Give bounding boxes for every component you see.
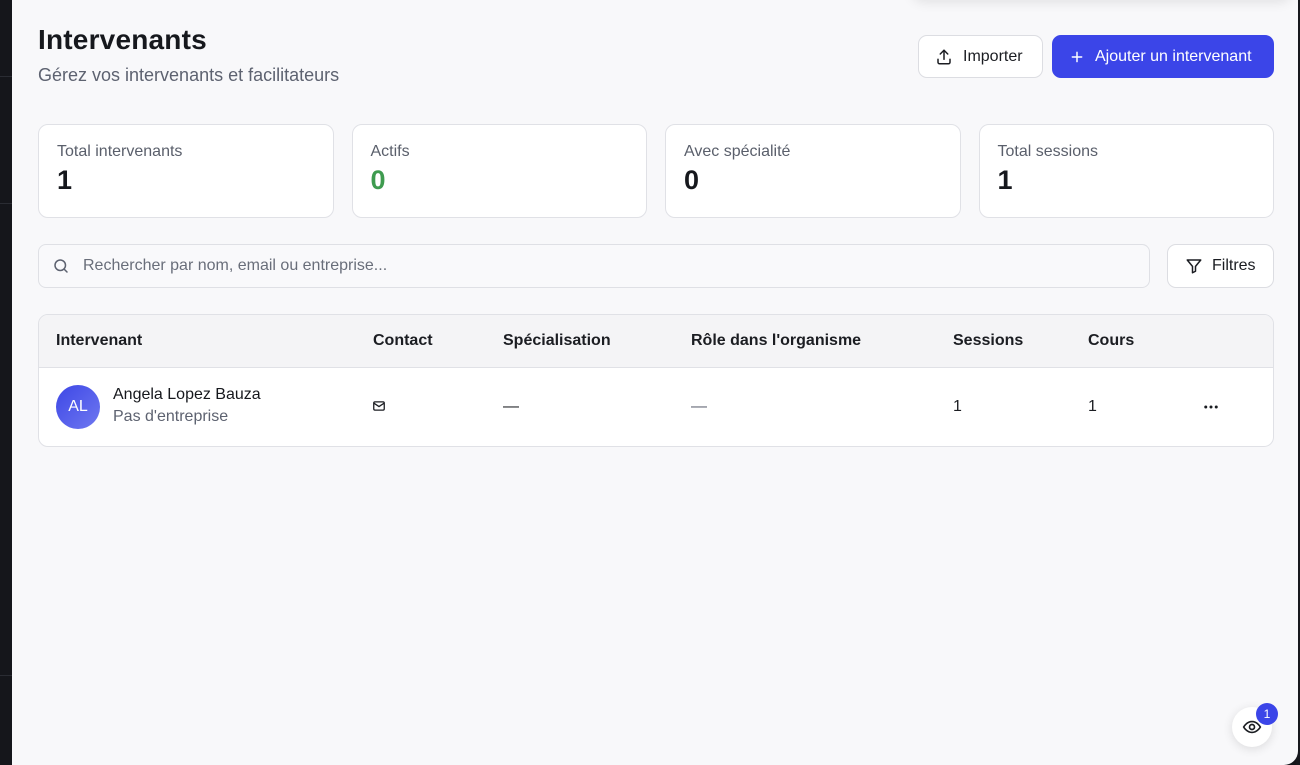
sidebar-divider: [0, 675, 12, 676]
column-header-specialisation[interactable]: Spécialisation: [503, 332, 611, 350]
stat-value: 0: [684, 165, 700, 195]
filters-button-label: Filtres: [1212, 257, 1256, 274]
more-horizontal-icon[interactable]: [1202, 398, 1220, 421]
stat-label: Avec spécialité: [684, 143, 791, 160]
column-header-role[interactable]: Rôle dans l'organisme: [691, 332, 861, 350]
column-header-sessions[interactable]: Sessions: [953, 332, 1023, 350]
stat-card-total-intervenants: Total intervenants 1: [38, 124, 334, 218]
sidebar-divider: [0, 76, 12, 77]
intervenants-table: Intervenant Contact Spécialisation Rôle …: [38, 314, 1274, 447]
column-header-contact[interactable]: Contact: [373, 332, 433, 350]
stats-row: Total intervenants 1 Actifs 0 Avec spéci…: [38, 124, 1274, 218]
role-value: —: [691, 398, 707, 415]
filter-icon: [1186, 259, 1202, 274]
add-intervenant-button[interactable]: Ajouter un intervenant: [1052, 35, 1274, 78]
notification-badge: 1: [1256, 703, 1278, 725]
page-title: Intervenants: [38, 24, 207, 55]
stat-value: 1: [997, 165, 1013, 195]
stat-value: 0: [370, 165, 386, 195]
stat-label: Total sessions: [997, 143, 1099, 160]
upload-icon: [937, 49, 951, 64]
add-intervenant-button-label: Ajouter un intervenant: [1095, 47, 1252, 65]
stat-label: Total intervenants: [57, 143, 183, 160]
stat-card-total-sessions: Total sessions 1: [978, 124, 1274, 218]
column-header-intervenant[interactable]: Intervenant: [56, 332, 142, 350]
import-button[interactable]: Importer: [918, 35, 1043, 78]
import-button-label: Importer: [963, 47, 1023, 65]
page-subtitle: Gérez vos intervenants et facilitateurs: [38, 65, 340, 85]
avatar: AL: [56, 385, 100, 429]
specialisation-value: —: [503, 398, 519, 415]
table-header: Intervenant Contact Spécialisation Rôle …: [39, 315, 1273, 368]
search-bar: [38, 244, 1150, 288]
stat-label: Actifs: [370, 143, 410, 160]
sidebar-divider: [0, 203, 12, 204]
stat-card-actifs: Actifs 0: [351, 124, 647, 218]
intervenant-name[interactable]: Angela Lopez Bauza: [113, 386, 261, 404]
search-input[interactable]: [83, 257, 1083, 275]
search-icon: [54, 259, 68, 273]
intervenant-company: Pas d'entreprise: [113, 408, 229, 425]
cours-value: 1: [1088, 398, 1097, 415]
filters-button[interactable]: Filtres: [1167, 244, 1274, 288]
stat-value: 1: [57, 165, 73, 195]
app-sidebar-edge: [0, 0, 12, 765]
table-row[interactable]: AL Angela Lopez Bauza Pas d'entreprise —…: [39, 368, 1273, 446]
sessions-value: 1: [953, 398, 962, 415]
main-content: Intervenants Gérez vos intervenants et f…: [12, 0, 1298, 765]
mail-icon[interactable]: [372, 399, 386, 418]
column-header-cours[interactable]: Cours: [1088, 332, 1134, 350]
stat-card-avec-specialite: Avec spécialité 0: [665, 124, 961, 218]
plus-icon: [1071, 51, 1083, 62]
